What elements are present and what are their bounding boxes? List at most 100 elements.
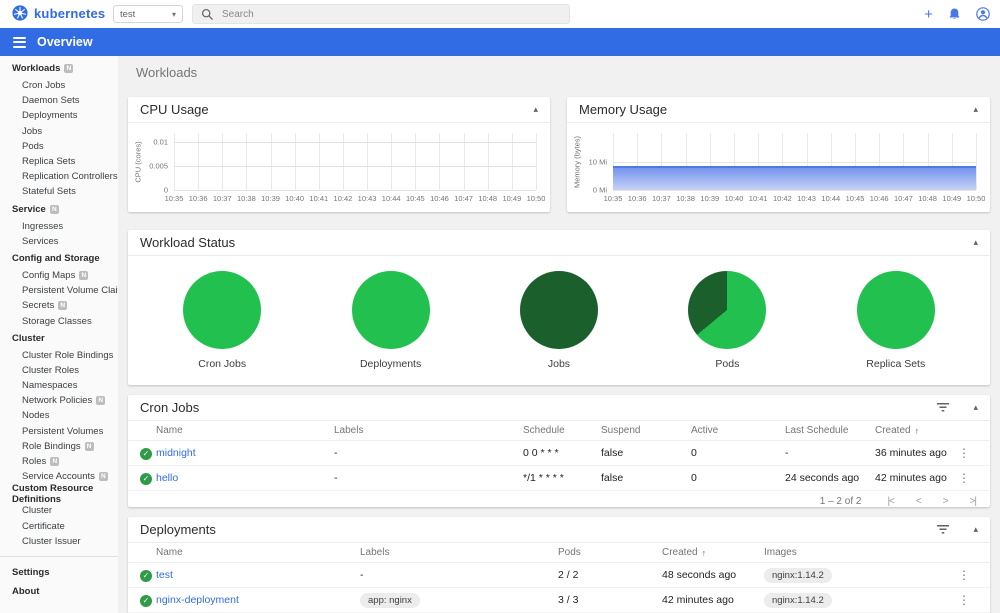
- cpu-plot-area: CPU (cores) 10:35 10:36 10:37 10:38 10:39 10:…: [134, 133, 545, 203]
- y-tick-label: 0.01: [153, 137, 168, 147]
- topbar-actions: +: [924, 0, 990, 28]
- sidebar-item-cluster[interactable]: Cluster: [0, 503, 118, 518]
- kubernetes-logo-text: kubernetes: [34, 5, 106, 21]
- sidebar-item-daemon-sets[interactable]: Daemon Sets: [0, 93, 118, 108]
- sidebar-item-cluster-role-bindings[interactable]: Cluster Role Bindings: [0, 348, 118, 363]
- namespace-selector[interactable]: test ▾: [113, 5, 183, 23]
- column-header-labels[interactable]: Labels: [334, 425, 523, 436]
- sidebar-item-settings[interactable]: Settings: [0, 563, 118, 582]
- row-menu-icon[interactable]: ⋮: [958, 471, 970, 485]
- sidebar-item-pods[interactable]: Pods: [0, 139, 118, 154]
- label-chip: app: nginx: [360, 592, 420, 608]
- row-menu-icon[interactable]: ⋮: [958, 446, 970, 460]
- sidebar-item-deployments[interactable]: Deployments: [0, 108, 118, 123]
- sidebar-section-custom-resource-definitions[interactable]: Custom Resource Definitions: [0, 483, 118, 505]
- sidebar-item-config-maps[interactable]: Config Maps N: [0, 268, 118, 283]
- sidebar-item-label: Role Bindings: [22, 440, 81, 452]
- column-header-created[interactable]: Created ↑: [875, 425, 958, 436]
- cell-name: test: [156, 569, 360, 581]
- sidebar-section-label: Config and Storage: [12, 252, 100, 264]
- collapse-caret-icon[interactable]: ▴: [973, 238, 978, 247]
- sidebar-section-cluster[interactable]: Cluster: [0, 329, 118, 348]
- sidebar-item-roles[interactable]: Roles N: [0, 454, 118, 469]
- column-header-active[interactable]: Active: [691, 425, 785, 436]
- deployments-title: Deployments: [140, 522, 216, 537]
- column-header-images[interactable]: Images: [764, 547, 958, 558]
- workload-status-pies: Cron Jobs Deployments Jobs Pods Replica Sets: [128, 256, 990, 385]
- x-tick-label: 10:36: [627, 194, 647, 203]
- create-resource-button[interactable]: +: [924, 7, 933, 22]
- sidebar-item-label: Nodes: [22, 410, 50, 422]
- collapse-caret-icon[interactable]: ▴: [973, 105, 978, 114]
- sidebar-item-secrets[interactable]: Secrets N: [0, 298, 118, 313]
- collapse-caret-icon[interactable]: ▴: [973, 525, 978, 534]
- cell-value: 3 / 3: [558, 594, 579, 606]
- x-tick-label: 10:41: [748, 194, 768, 203]
- search-bar[interactable]: [192, 4, 570, 24]
- sidebar-item-certificate[interactable]: Certificate: [0, 519, 118, 534]
- status-ok-icon: ✓: [140, 447, 152, 460]
- sidebar-item-persistent-volume-claims[interactable]: Persistent Volume ClaimsN: [0, 283, 118, 298]
- last-page-icon[interactable]: >|: [970, 496, 978, 507]
- nav-title: Overview: [37, 35, 93, 49]
- cell-created: 42 minutes ago: [875, 472, 958, 484]
- sidebar-item-stateful-sets[interactable]: Stateful Sets: [0, 184, 118, 199]
- sidebar-item-label: Secrets: [22, 300, 55, 312]
- notifications-bell-icon[interactable]: [948, 7, 961, 21]
- column-header-schedule[interactable]: Schedule: [523, 425, 601, 436]
- sidebar-item-cron-jobs[interactable]: Cron Jobs: [0, 78, 118, 93]
- menu-icon[interactable]: [13, 36, 26, 48]
- filter-icon[interactable]: [937, 403, 950, 412]
- collapse-caret-icon[interactable]: ▴: [533, 105, 538, 114]
- first-page-icon[interactable]: |<: [887, 496, 895, 507]
- sidebar-item-persistent-volumes[interactable]: Persistent Volumes: [0, 424, 118, 439]
- column-header-name[interactable]: Name: [156, 547, 360, 558]
- sidebar-item-role-bindings[interactable]: Role Bindings N: [0, 439, 118, 454]
- sidebar-item-namespaces[interactable]: Namespaces: [0, 378, 118, 393]
- column-header-last-schedule[interactable]: Last Schedule: [785, 425, 875, 436]
- sidebar-item-ingresses[interactable]: Ingresses: [0, 219, 118, 234]
- sidebar-item-storage-classes[interactable]: Storage Classes: [0, 313, 118, 328]
- collapse-caret-icon[interactable]: ▴: [973, 403, 978, 412]
- x-tick-label: 10:39: [261, 194, 280, 203]
- resource-name-link[interactable]: hello: [156, 472, 178, 484]
- row-menu-icon[interactable]: ⋮: [958, 568, 970, 582]
- cell-value: 0: [691, 447, 697, 459]
- sidebar-section-service[interactable]: Service N: [0, 200, 118, 219]
- column-header-pods[interactable]: Pods: [558, 547, 662, 558]
- cell-created: 36 minutes ago: [875, 447, 958, 459]
- column-header-suspend[interactable]: Suspend: [601, 425, 691, 436]
- sidebar-item-cluster-issuer[interactable]: Cluster Issuer: [0, 534, 118, 549]
- column-header-label: Last Schedule: [785, 425, 849, 436]
- sidebar-section-workloads[interactable]: Workloads N: [0, 59, 118, 78]
- sidebar-section-config-and-storage[interactable]: Config and Storage: [0, 249, 118, 268]
- image-chip: nginx:1.14.2: [764, 592, 832, 608]
- kubernetes-logo[interactable]: kubernetes: [12, 5, 105, 21]
- resource-name-link[interactable]: nginx-deployment: [156, 594, 239, 606]
- sidebar-item-replica-sets[interactable]: Replica Sets: [0, 154, 118, 169]
- resource-name-link[interactable]: midnight: [156, 447, 196, 459]
- filter-icon[interactable]: [937, 525, 950, 534]
- previous-page-icon[interactable]: <: [916, 496, 922, 507]
- resource-name-link[interactable]: test: [156, 569, 173, 581]
- main-content: Workloads CPU Usage ▴ CPU (cores) 10:35 1…: [118, 56, 1000, 613]
- next-page-icon[interactable]: >: [943, 496, 949, 507]
- column-header-labels[interactable]: Labels: [360, 547, 558, 558]
- column-header-name[interactable]: Name: [156, 425, 334, 436]
- user-profile-icon[interactable]: [976, 7, 990, 21]
- search-input[interactable]: [222, 8, 522, 20]
- cpu-usage-card: CPU Usage ▴ CPU (cores) 10:35 10:36 10:37 1…: [128, 97, 550, 212]
- row-menu-icon[interactable]: ⋮: [958, 593, 970, 607]
- sidebar-item-network-policies[interactable]: Network Policies N: [0, 393, 118, 408]
- sidebar-item-replication-controllers[interactable]: Replication Controllers: [0, 169, 118, 184]
- memory-usage-title: Memory Usage: [579, 102, 668, 117]
- sidebar-item-about[interactable]: About: [0, 582, 118, 601]
- column-header-created[interactable]: Created ↑: [662, 547, 764, 558]
- sidebar-item-nodes[interactable]: Nodes: [0, 408, 118, 423]
- sidebar-item-jobs[interactable]: Jobs: [0, 124, 118, 139]
- sidebar-item-services[interactable]: Services: [0, 234, 118, 249]
- sidebar-item-cluster-roles[interactable]: Cluster Roles: [0, 363, 118, 378]
- gridline: [613, 190, 976, 191]
- cell-created: 48 seconds ago: [662, 569, 764, 581]
- page-title: Workloads: [136, 65, 198, 80]
